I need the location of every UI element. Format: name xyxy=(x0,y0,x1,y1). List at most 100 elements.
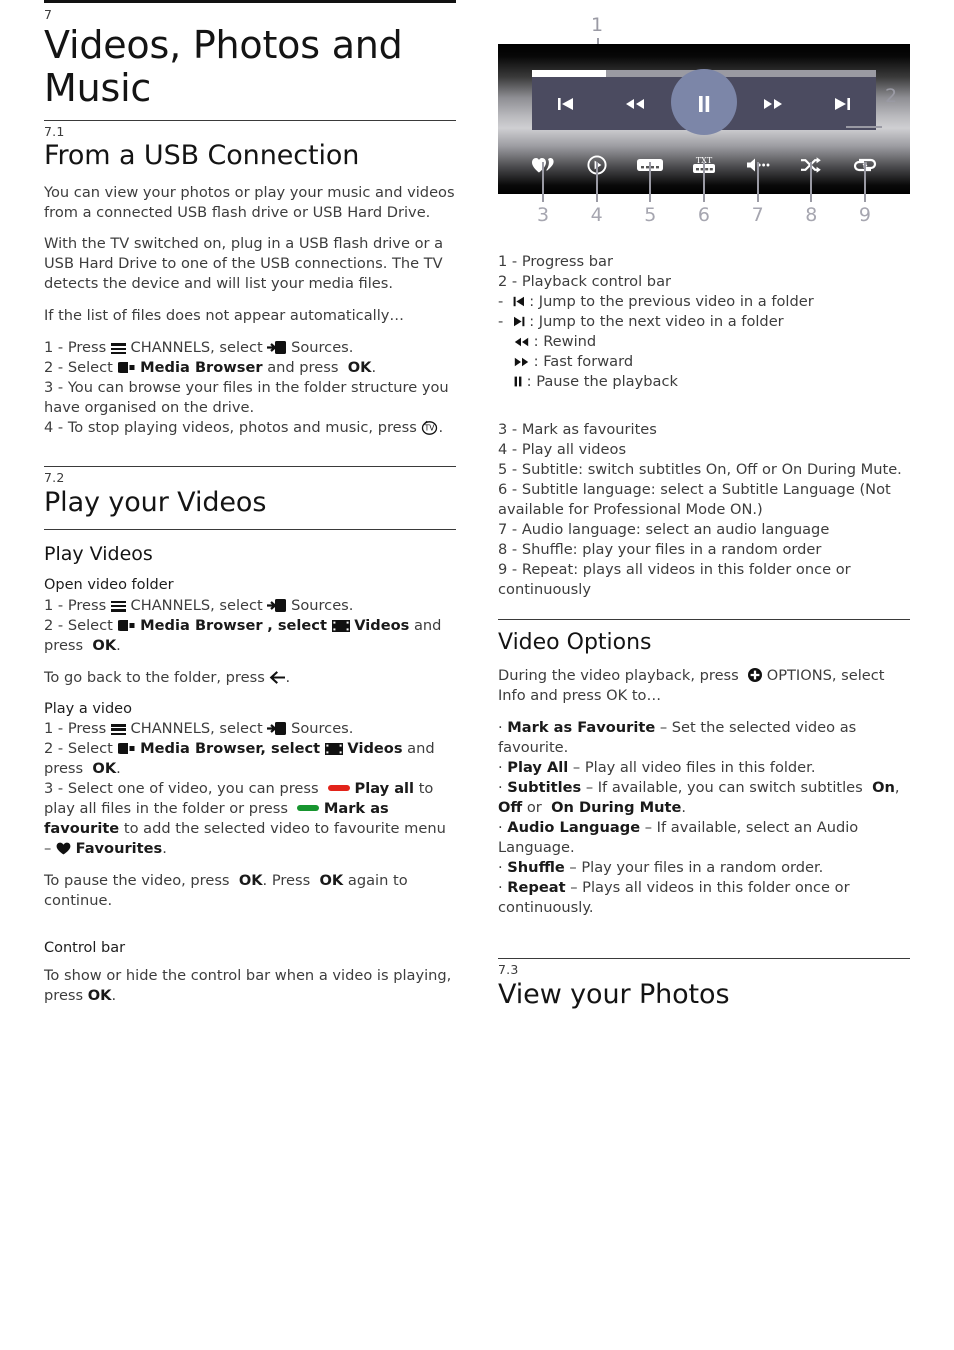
chapter-divider xyxy=(44,0,456,3)
legend-dash-next: - xyxy=(498,312,504,330)
legend-item-7: 7 - Audio language: select an audio lang… xyxy=(498,520,830,538)
pause-ok-2: OK xyxy=(319,872,344,890)
usb-paragraph-2: With the TV switched on, plug in a USB f… xyxy=(44,235,444,293)
rewind-icon xyxy=(514,333,529,347)
play-video-step-3: 3 - Select one of video, you can press P… xyxy=(44,779,456,859)
subtitle-during-mute-value: On During Mute xyxy=(551,799,682,817)
pause-button[interactable] xyxy=(688,94,720,114)
channels-icon xyxy=(110,600,126,612)
videos-film-icon xyxy=(331,618,350,632)
channels-icon xyxy=(110,343,126,355)
play-video-step-3-g: . xyxy=(162,840,167,858)
bullet-3-desc: – If available, you can switch subtitles xyxy=(585,779,863,797)
usb-step-2-text-a: 2 - Select xyxy=(44,359,113,377)
legend-text-pause: : Pause the playback xyxy=(526,372,678,390)
video-options-title: Video Options xyxy=(498,629,652,655)
legend-item-4: 4 - Play all videos xyxy=(498,440,627,458)
play-video-step-1: 1 - Press CHANNELS, select Sources. xyxy=(44,719,456,739)
open-video-folder-block: Open video folder 1 - Press CHANNELS, se… xyxy=(44,576,456,656)
open-folder-media-label: Media Browser xyxy=(140,616,263,634)
favourites-label: Favourites xyxy=(75,840,163,858)
open-video-folder-heading: Open video folder xyxy=(44,577,174,594)
bullet-3-end: . xyxy=(681,799,687,817)
fast-forward-icon xyxy=(514,353,529,367)
video-options-bullets: · Mark as Favourite – Set the selected v… xyxy=(498,718,910,918)
play-a-video-heading: Play a video xyxy=(44,700,132,717)
playback-control-bar-figure: 1 TXT 2 3 4 5 6 7 8 9 xyxy=(498,12,910,252)
callout-2: 2 xyxy=(885,85,898,107)
video-option-bullet-6: · Repeat – Plays all videos in this fold… xyxy=(498,878,850,916)
open-folder-step-1-b: CHANNELS, select xyxy=(130,596,263,614)
legend-text-next: : Jump to the next video in a folder xyxy=(529,312,784,330)
section-divider-72 xyxy=(44,466,456,468)
section-title-71: From a USB Connection xyxy=(44,140,360,172)
media-browser-icon xyxy=(114,617,136,631)
play-video-step-2: 2 - Select Media Browser, select Videos … xyxy=(44,739,456,779)
legend-item-1: 1 - Progress bar xyxy=(498,253,613,270)
callout-3: 3 xyxy=(536,204,550,226)
play-a-video-block: Play a video 1 - Press CHANNELS, select … xyxy=(44,700,456,859)
callout-6: 6 xyxy=(697,204,711,226)
legend-text-prev: : Jump to the previous video in a folder xyxy=(529,292,814,310)
sources-icon xyxy=(267,598,287,612)
callout-7: 7 xyxy=(751,204,764,226)
previous-button[interactable] xyxy=(550,96,582,112)
section-number-72: 7.2 xyxy=(44,470,65,486)
usb-steps: 1 - Press CHANNELS, select Sources. 2 - … xyxy=(44,338,456,438)
usb-paragraph-1: You can view your photos or play your mu… xyxy=(44,183,455,221)
bullet-2-name: Play All xyxy=(507,759,569,777)
video-option-bullet-1: · Mark as Favourite – Set the selected v… xyxy=(498,719,857,757)
tv-icon: TV xyxy=(421,420,438,436)
subtitle-on-value: On xyxy=(872,779,895,797)
legend-item-9: 9 - Repeat: plays all videos in this fol… xyxy=(498,560,851,598)
right-column: 1 TXT 2 3 4 5 6 7 8 9 1 - Progress bar 2… xyxy=(498,0,910,1021)
callout-1: 1 xyxy=(591,14,604,36)
subsection-divider-play-videos xyxy=(44,529,456,531)
usb-step-1-text-c: Sources. xyxy=(291,339,354,357)
play-video-ok: OK xyxy=(92,760,117,778)
callout-4: 4 xyxy=(590,204,603,226)
video-options-intro: During the video playback, press OPTIONS… xyxy=(498,666,910,706)
bullet-4-name: Audio Language xyxy=(507,819,641,837)
play-video-media-label: Media Browser, select xyxy=(140,740,321,758)
usb-step-1-text-b: CHANNELS, select xyxy=(130,339,263,357)
videos-film-icon xyxy=(324,741,343,756)
red-key-icon xyxy=(327,785,350,792)
play-video-videos-label: Videos xyxy=(347,740,403,758)
manual-page: 7 Videos, Photos and Music 7.1 From a US… xyxy=(0,0,954,1350)
usb-step-3: 3 - You can browse your files in the fol… xyxy=(44,379,449,417)
open-folder-videos-label: Videos xyxy=(354,616,410,634)
sources-icon xyxy=(267,340,287,355)
usb-step-1-text-a: 1 - Press xyxy=(44,339,107,357)
pause-text-b: . Press xyxy=(262,872,311,890)
usb-step-2-period: . xyxy=(371,359,377,377)
legend-dash-prev: - xyxy=(498,292,504,310)
section-divider-73 xyxy=(498,957,910,959)
next-button[interactable] xyxy=(826,96,858,112)
sources-icon xyxy=(267,721,287,736)
left-column: 7 Videos, Photos and Music 7.1 From a US… xyxy=(44,0,456,1018)
usb-step-1: 1 - Press CHANNELS, select Sources. xyxy=(44,338,456,358)
channels-icon xyxy=(110,724,126,735)
media-browser-icon xyxy=(114,359,136,374)
section-title-72: Play your Videos xyxy=(44,486,267,518)
pause-ok-1: OK xyxy=(238,872,263,890)
back-arrow-icon xyxy=(269,670,286,684)
fast-forward-button[interactable] xyxy=(757,96,789,112)
figure-legend-bottom: 3 - Mark as favourites 4 - Play all vide… xyxy=(498,420,910,600)
open-folder-step-2: 2 - Select Media Browser , select Videos… xyxy=(44,616,456,656)
pause-paragraph: To pause the video, press OK. Press OK a… xyxy=(44,871,456,911)
control-bar-period: . xyxy=(111,986,117,1004)
green-key-icon xyxy=(297,805,320,812)
play-video-step-2-a: 2 - Select xyxy=(44,740,113,758)
legend-item-rewind: : Rewind xyxy=(498,332,910,352)
rewind-button[interactable] xyxy=(619,96,651,112)
section-number-73: 7.3 xyxy=(498,961,519,977)
section-title-73: View your Photos xyxy=(498,978,730,1010)
usb-step-2-ok: OK xyxy=(347,359,372,377)
pause-icon xyxy=(514,373,522,387)
open-folder-step-2-a: 2 - Select xyxy=(44,616,113,634)
figure-legend-top: 1 - Progress bar 2 - Playback control ba… xyxy=(498,252,910,392)
progress-fill xyxy=(532,70,606,77)
bullet-5-desc: – Play your files in a random order. xyxy=(569,859,824,876)
